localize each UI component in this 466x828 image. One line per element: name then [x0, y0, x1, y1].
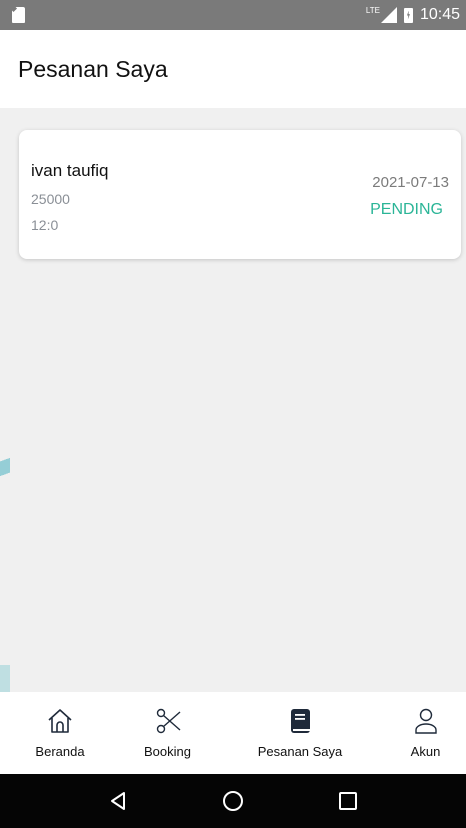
- nav-label: Beranda: [35, 744, 85, 759]
- order-price: 25000: [31, 191, 70, 207]
- nav-item-akun[interactable]: Akun: [385, 692, 466, 774]
- sim-card-icon: [12, 7, 25, 23]
- background-decoration: [0, 432, 10, 502]
- home-circle-icon[interactable]: [221, 789, 245, 813]
- bottom-navigation: Beranda Booking Pesanan Saya Akun: [0, 692, 466, 774]
- home-icon: [45, 706, 75, 736]
- order-status-badge: PENDING: [370, 201, 443, 218]
- back-icon[interactable]: [106, 789, 130, 813]
- nav-label: Booking: [144, 744, 191, 759]
- order-time: 12:0: [31, 217, 59, 233]
- book-icon: [285, 706, 315, 736]
- nav-item-booking[interactable]: Booking: [120, 692, 215, 774]
- app-header: Pesanan Saya: [0, 30, 466, 108]
- network-type: LTE: [365, 5, 380, 15]
- system-navigation-bar: [0, 774, 466, 828]
- battery-charging-icon: [403, 7, 413, 23]
- nav-label: Akun: [410, 744, 441, 759]
- status-bar: LTE 10:45: [0, 0, 466, 30]
- nav-item-beranda[interactable]: Beranda: [0, 692, 120, 774]
- signal-icon: [380, 7, 397, 23]
- order-date: 2021-07-13: [372, 174, 449, 191]
- order-customer-name: ivan taufiq: [31, 161, 109, 180]
- nav-item-pesanan-saya[interactable]: Pesanan Saya: [215, 692, 385, 774]
- user-icon: [411, 706, 441, 736]
- app-screen: LTE 10:45 Pesanan Saya ivan taufiq 25000…: [0, 0, 466, 828]
- nav-label: Pesanan Saya: [257, 744, 343, 759]
- recents-icon[interactable]: [336, 789, 360, 813]
- status-time: 10:45: [419, 6, 460, 23]
- order-card[interactable]: ivan taufiq 25000 12:0 2021-07-13 PENDIN…: [19, 130, 461, 259]
- page-title: Pesanan Saya: [18, 55, 168, 82]
- scissors-icon: [153, 706, 183, 736]
